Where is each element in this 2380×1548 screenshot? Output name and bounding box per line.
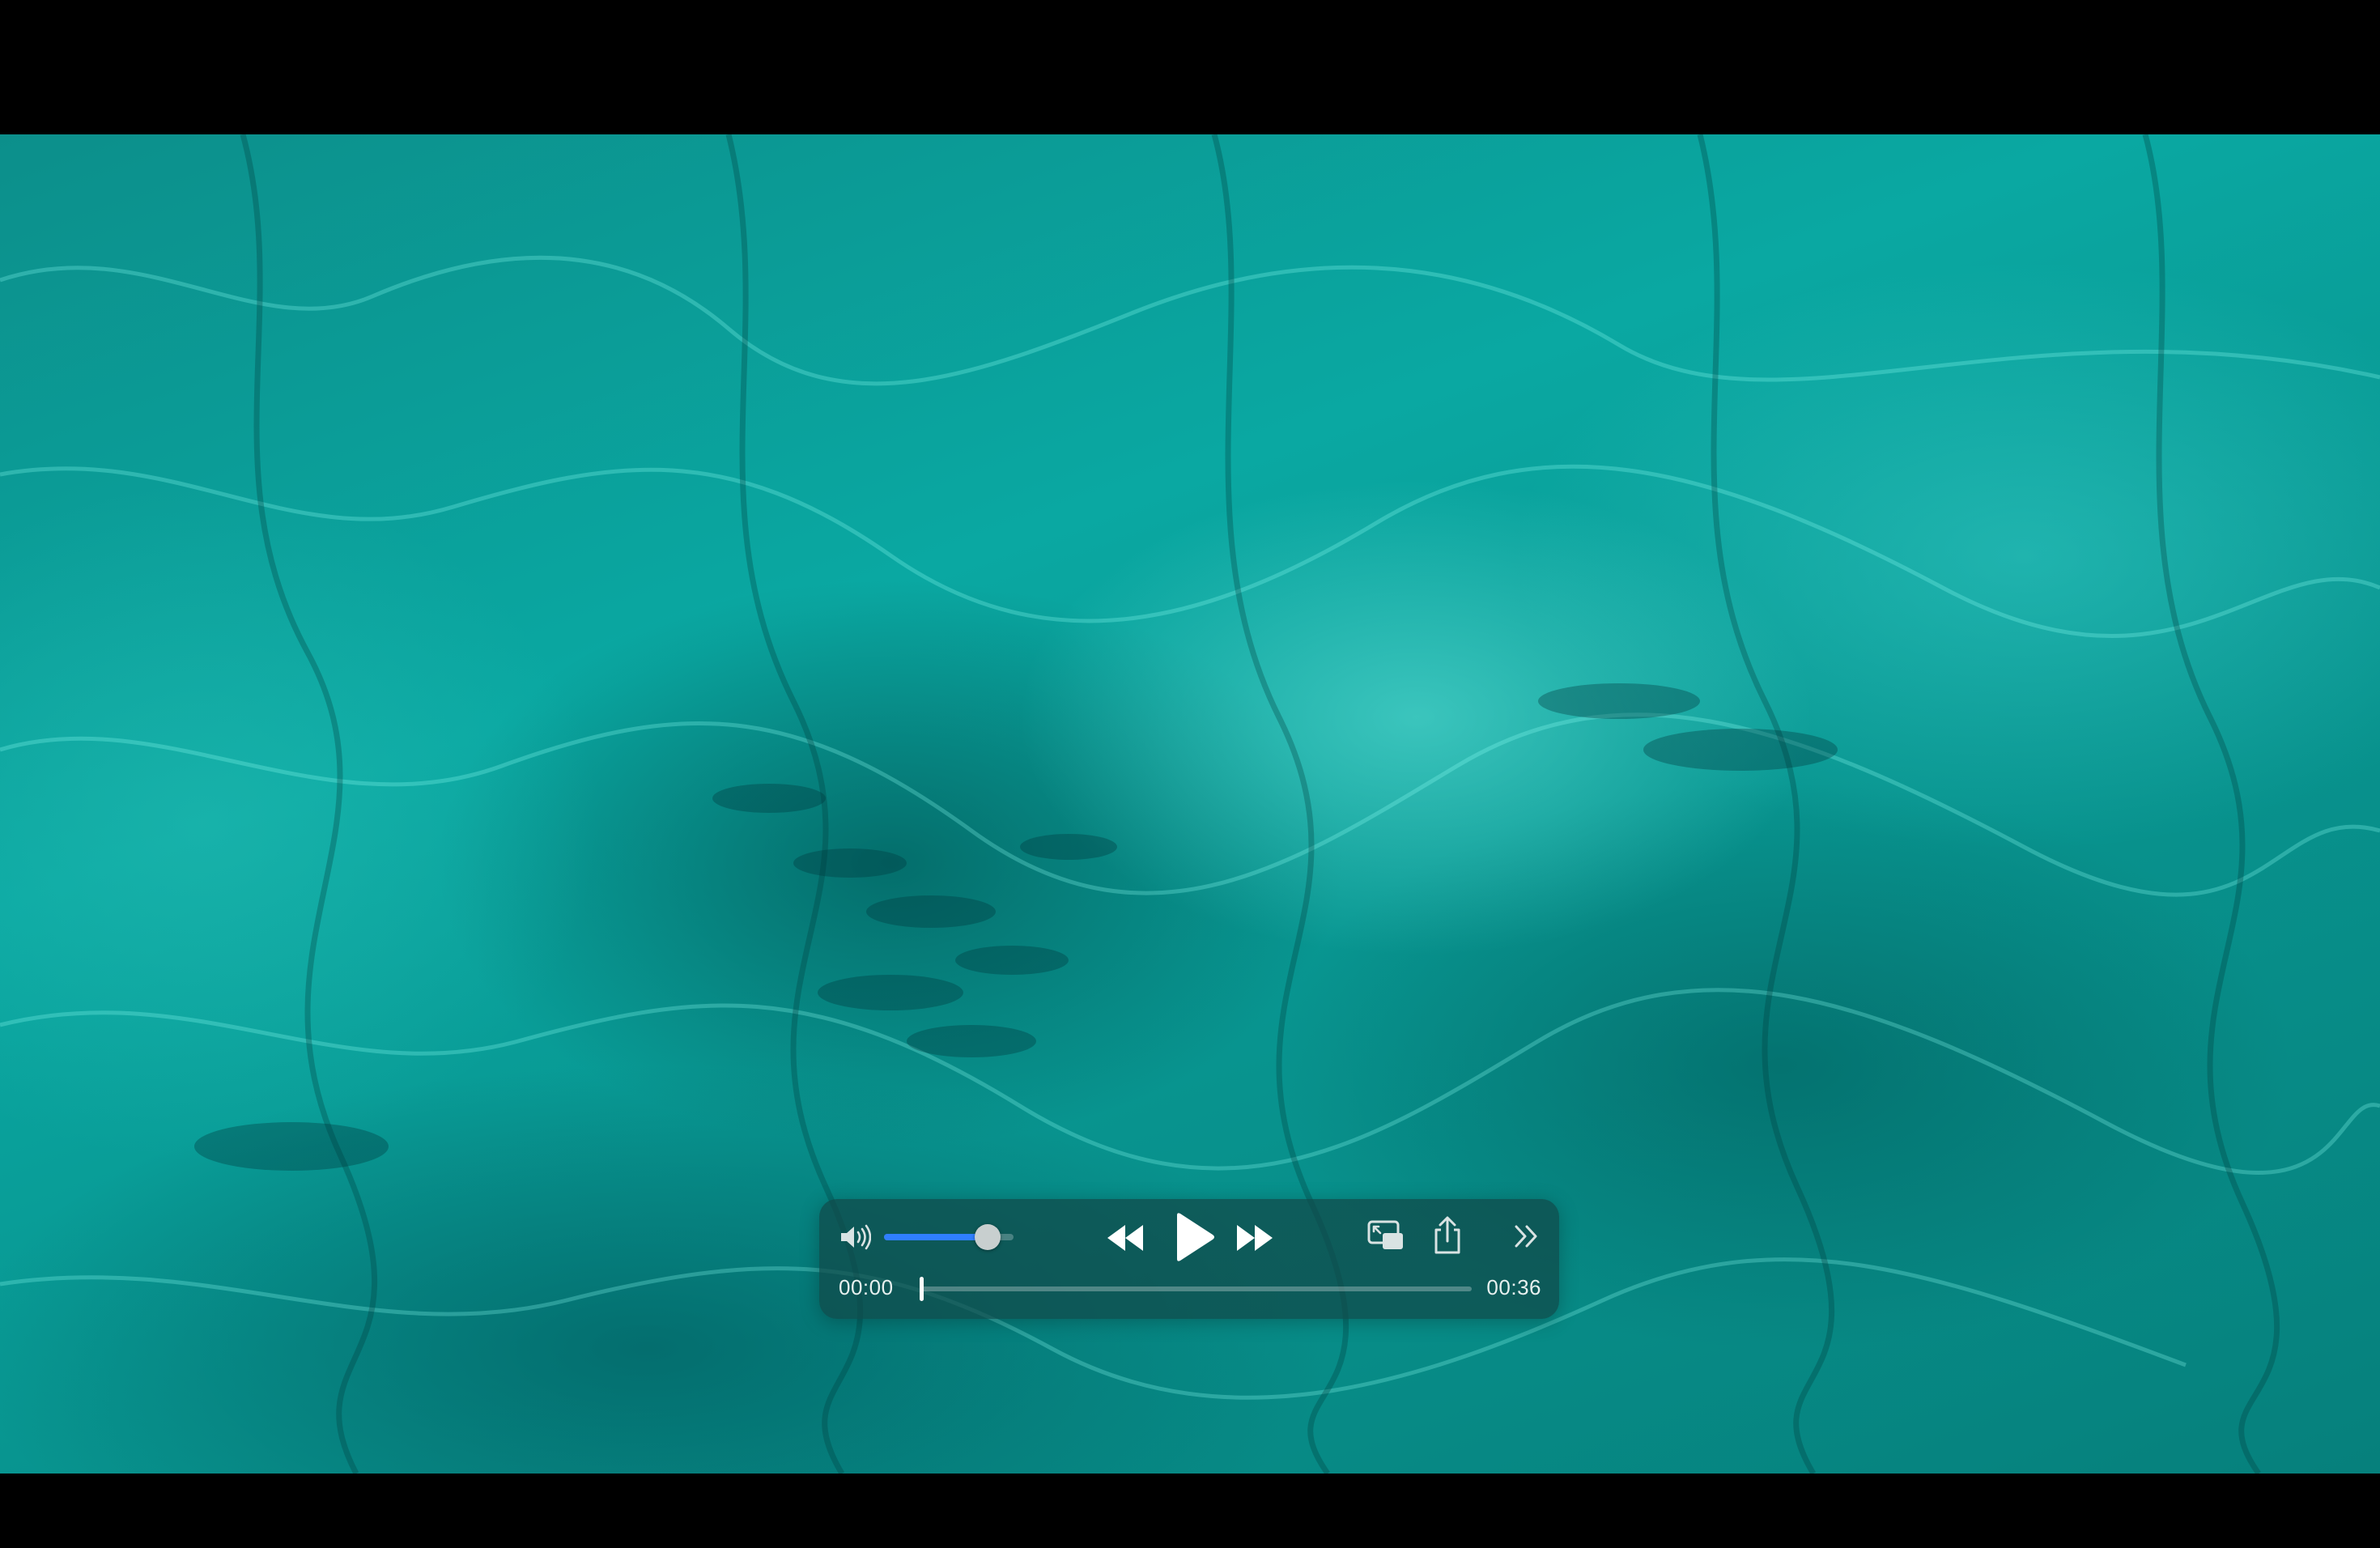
rewind-icon xyxy=(1107,1225,1143,1251)
current-time-label: 00:00 xyxy=(839,1275,894,1299)
total-time-label: 00:36 xyxy=(1486,1275,1541,1299)
playback-controls: 00:00 00:36 xyxy=(819,1199,1559,1319)
play-button[interactable] xyxy=(1169,1210,1218,1264)
fast-forward-icon xyxy=(1237,1225,1273,1251)
play-icon xyxy=(1177,1213,1214,1261)
share-button[interactable] xyxy=(1431,1215,1464,1256)
share-icon xyxy=(1434,1216,1460,1254)
volume-slider[interactable] xyxy=(884,1224,1014,1250)
picture-in-picture-icon xyxy=(1367,1220,1403,1249)
picture-in-picture-button[interactable] xyxy=(1366,1218,1405,1254)
rewind-button[interactable] xyxy=(1104,1220,1146,1256)
controls-row xyxy=(819,1199,1559,1264)
fast-forward-button[interactable] xyxy=(1234,1220,1276,1256)
playhead-handle[interactable] xyxy=(920,1277,924,1301)
more-controls-button[interactable] xyxy=(1512,1222,1541,1251)
quicktime-player-fullscreen: 00:00 00:36 xyxy=(0,0,2380,1548)
timeline-row: 00:00 00:36 xyxy=(819,1264,1559,1319)
speaker-wave-icon[interactable] xyxy=(839,1223,871,1251)
volume-slider-fill xyxy=(884,1234,988,1240)
playback-scrubber[interactable] xyxy=(920,1277,1472,1301)
volume-slider-knob[interactable] xyxy=(975,1224,1001,1250)
chevron-double-right-icon xyxy=(1515,1225,1537,1248)
